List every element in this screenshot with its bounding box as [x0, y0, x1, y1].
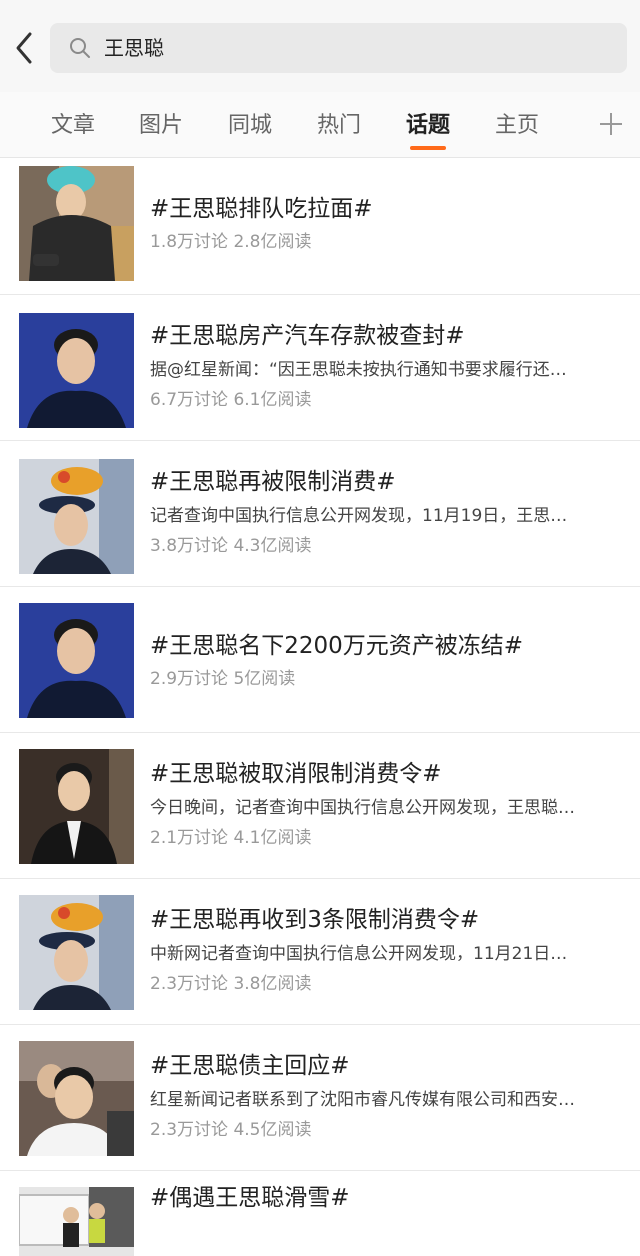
topic-row[interactable]: #王思聪债主回应# 红星新闻记者联系到了沈阳市睿凡传媒有限公司和西安… 2.3万… [0, 1025, 640, 1171]
topic-thumbnail [19, 166, 134, 281]
topic-thumbnail [19, 1187, 134, 1256]
topic-title: #王思聪排队吃拉面# [150, 196, 373, 222]
topic-stats: 6.7万讨论 6.1亿阅读 [150, 390, 312, 410]
topic-title: #王思聪房产汽车存款被查封# [150, 323, 465, 349]
topic-title: #王思聪被取消限制消费令# [150, 761, 442, 787]
topic-description: 记者查询中国执行信息公开网发现，11月19日，王思… [150, 506, 568, 526]
topic-stats: 3.8万讨论 4.3亿阅读 [150, 536, 312, 556]
tab-homepage[interactable]: 主页 [477, 110, 557, 142]
tab-articles[interactable]: 文章 [33, 110, 113, 142]
search-icon [68, 36, 92, 60]
active-tab-indicator [410, 146, 446, 150]
topic-title: #王思聪再被限制消费# [150, 469, 396, 495]
back-arrow-icon[interactable] [8, 26, 42, 70]
topic-row[interactable]: #偶遇王思聪滑雪# [0, 1171, 640, 1256]
topic-row[interactable]: #王思聪排队吃拉面# 1.8万讨论 2.8亿阅读 [0, 158, 640, 295]
topic-description: 据@红星新闻：“因王思聪未按执行通知书要求履行还… [150, 360, 567, 380]
topic-row[interactable]: #王思聪被取消限制消费令# 今日晚间，记者查询中国执行信息公开网发现，王思聪… … [0, 733, 640, 879]
topic-description: 今日晚间，记者查询中国执行信息公开网发现，王思聪… [150, 798, 575, 818]
topic-stats: 1.8万讨论 2.8亿阅读 [150, 232, 312, 252]
topic-thumbnail [19, 603, 134, 718]
topic-stats: 2.3万讨论 4.5亿阅读 [150, 1120, 312, 1140]
topic-thumbnail [19, 459, 134, 574]
search-header: 王思聪 [0, 0, 640, 92]
topic-description: 红星新闻记者联系到了沈阳市睿凡传媒有限公司和西安… [150, 1090, 575, 1110]
topic-thumbnail [19, 749, 134, 864]
topic-stats: 2.9万讨论 5亿阅读 [150, 669, 296, 689]
topic-stats: 2.3万讨论 3.8亿阅读 [150, 974, 312, 994]
plus-icon[interactable] [594, 107, 628, 141]
topic-row[interactable]: #王思聪再收到3条限制消费令# 中新网记者查询中国执行信息公开网发现，11月21… [0, 879, 640, 1025]
topic-row[interactable]: #王思聪名下2200万元资产被冻结# 2.9万讨论 5亿阅读 [0, 587, 640, 733]
topic-title: #王思聪再收到3条限制消费令# [150, 907, 480, 933]
topic-thumbnail [19, 1041, 134, 1156]
topic-list: #王思聪排队吃拉面# 1.8万讨论 2.8亿阅读 #王思聪房产汽车存款被查封# … [0, 158, 640, 1256]
topic-title: #偶遇王思聪滑雪# [150, 1185, 350, 1211]
tab-topics[interactable]: 话题 [388, 110, 468, 142]
search-input[interactable]: 王思聪 [50, 23, 627, 73]
topic-row[interactable]: #王思聪再被限制消费# 记者查询中国执行信息公开网发现，11月19日，王思… 3… [0, 441, 640, 587]
topic-description: 中新网记者查询中国执行信息公开网发现，11月21日… [150, 944, 568, 964]
topic-title: #王思聪债主回应# [150, 1053, 350, 1079]
topic-stats: 2.1万讨论 4.1亿阅读 [150, 828, 312, 848]
topic-thumbnail [19, 895, 134, 1010]
topic-title: #王思聪名下2200万元资产被冻结# [150, 633, 524, 659]
tab-local[interactable]: 同城 [210, 110, 290, 142]
tab-hot[interactable]: 热门 [299, 110, 379, 142]
search-query-text: 王思聪 [104, 36, 164, 60]
tab-bar: 文章 图片 同城 热门 话题 主页 [0, 92, 640, 158]
topic-thumbnail [19, 313, 134, 428]
tab-images[interactable]: 图片 [121, 110, 201, 142]
topic-row[interactable]: #王思聪房产汽车存款被查封# 据@红星新闻：“因王思聪未按执行通知书要求履行还…… [0, 295, 640, 441]
